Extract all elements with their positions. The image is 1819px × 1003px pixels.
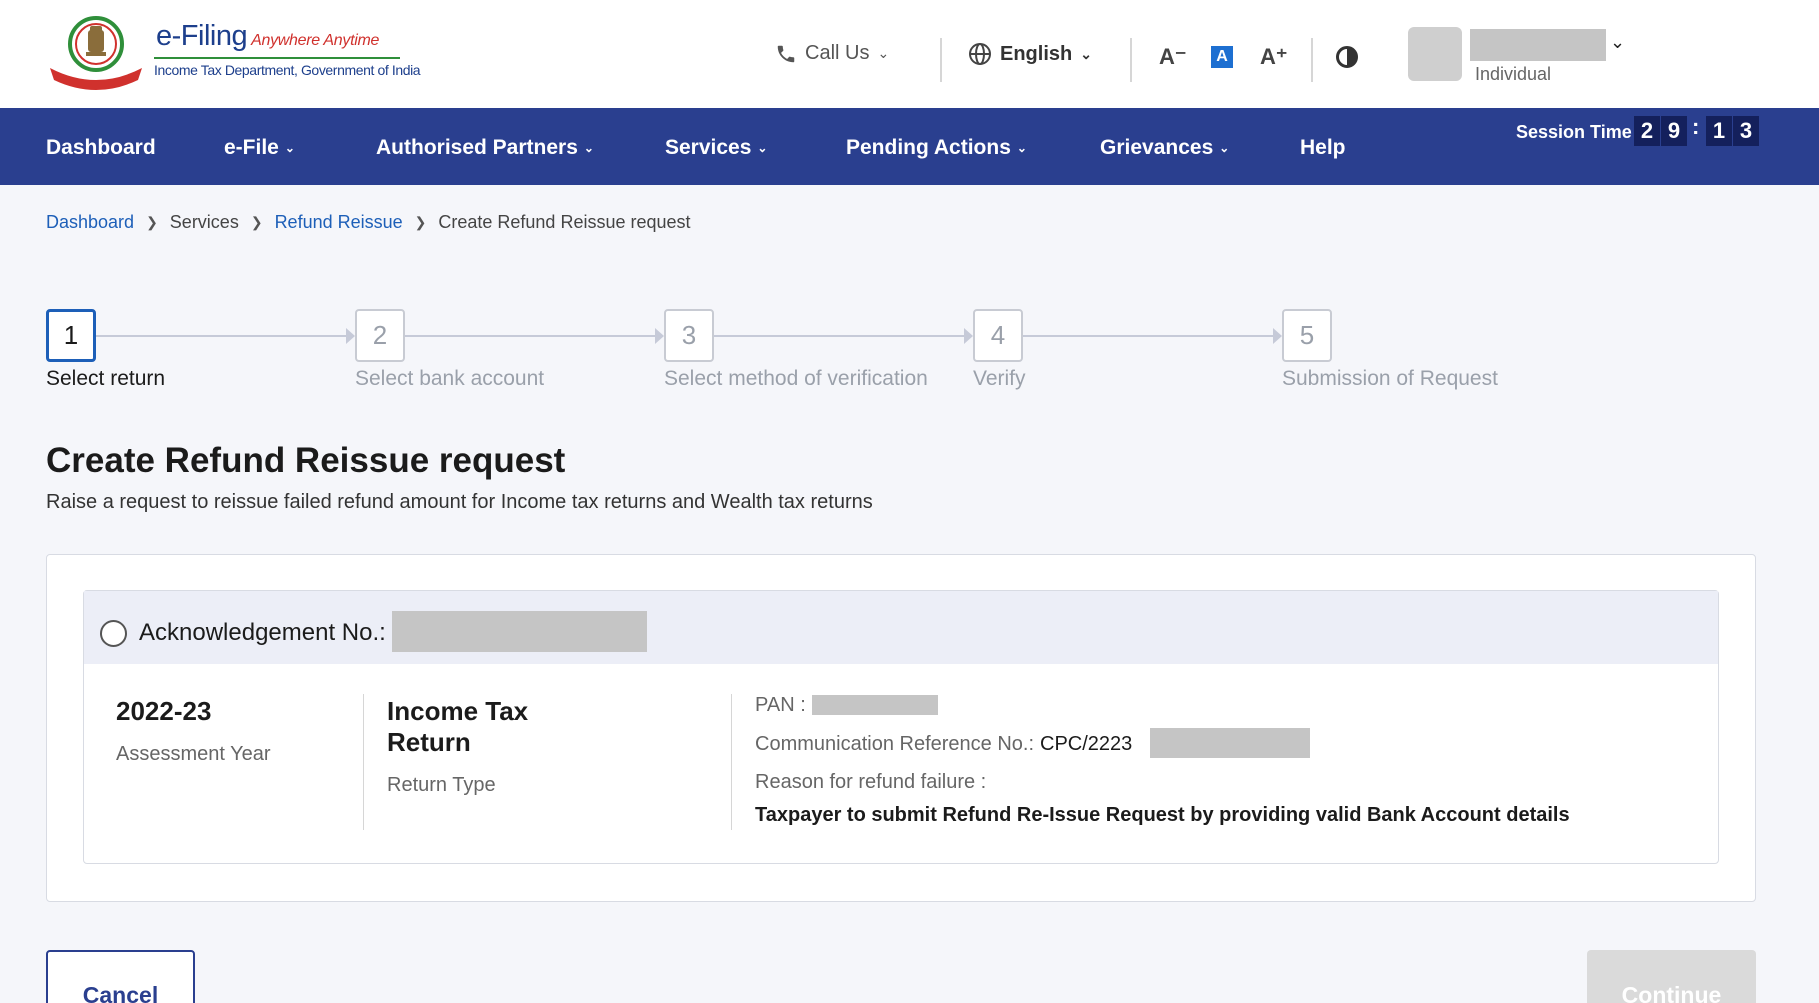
breadcrumb-separator-icon: ❯ [250,214,263,230]
breadcrumb-current: Create Refund Reissue request [438,212,691,232]
step-connector [714,335,964,337]
page-subtitle: Raise a request to reissue failed refund… [46,491,873,513]
nav-pending-actions[interactable]: Pending Actions ⌄ [846,136,1027,160]
reason-label: Reason for refund failure : [755,771,987,793]
chevron-down-icon: ⌄ [1219,141,1230,156]
nav-efile[interactable]: e-File ⌄ [224,136,295,160]
step-arrow-icon [655,328,664,344]
income-tax-emblem-icon [50,16,142,90]
chevron-down-icon: ⌄ [583,141,594,156]
breadcrumb-dashboard[interactable]: Dashboard [46,212,134,233]
font-normal-button[interactable]: A [1211,46,1233,68]
step-2-label: Select bank account [355,367,545,390]
step-3-label: Select method of verification [664,367,928,390]
session-digit: 1 [1706,116,1732,146]
assessment-year-value: 2022-23 [116,696,212,726]
main-navbar: Dashboard e-File ⌄ Authorised Partners ⌄ S… [0,108,1819,185]
brand-tagline: Anywhere Anytime [251,32,380,49]
page-title: Create Refund Reissue request [46,441,566,480]
breadcrumb-separator-icon: ❯ [414,214,427,230]
comm-ref-redacted [1150,728,1310,758]
step-arrow-icon [346,328,355,344]
session-time-label: Session Time [1516,122,1632,142]
step-3-number: 3 [664,309,714,362]
nav-grievances[interactable]: Grievances ⌄ [1100,136,1229,160]
comm-ref-value: CPC/2223 [1040,733,1133,755]
chevron-down-icon: ⌄ [1016,141,1027,156]
column-divider [363,694,364,830]
step-connector [1023,335,1273,337]
step-2-number: 2 [355,309,405,362]
assessment-year-label: Assessment Year [116,743,271,765]
acknowledgement-number-redacted [392,611,647,652]
font-increase-button[interactable]: A⁺ [1260,44,1288,70]
breadcrumb: Dashboard ❯ Services ❯ Refund Reissue ❯ … [46,212,691,233]
column-divider [731,694,732,830]
user-role: Individual [1475,64,1552,84]
acknowledgement-label: Acknowledgement No.: [139,619,386,646]
session-digit: 3 [1733,116,1759,146]
return-type-label: Return Type [387,774,496,796]
step-arrow-icon [964,328,973,344]
header-divider [1130,38,1132,82]
continue-button[interactable]: Continue [1587,950,1756,1003]
session-colon: : [1692,114,1700,139]
breadcrumb-refund-reissue[interactable]: Refund Reissue [275,212,403,233]
avatar[interactable] [1408,27,1462,81]
nav-dashboard[interactable]: Dashboard [46,136,156,160]
contrast-toggle-icon[interactable] [1336,46,1358,68]
chevron-down-icon: ⌄ [1080,45,1092,62]
breadcrumb-services: Services [169,212,239,232]
chevron-down-icon: ⌄ [284,141,295,156]
cancel-button[interactable]: Cancel [46,950,195,1003]
globe-icon [969,43,991,65]
call-us-button[interactable]: Call Us ⌄ [775,42,889,65]
language-label: English [1000,42,1073,65]
breadcrumb-separator-icon: ❯ [146,214,158,230]
step-connector [405,335,655,337]
efiling-logo[interactable]: e-Filing Anywhere Anytime Income Tax Depa… [46,14,421,90]
step-arrow-icon [1273,328,1282,344]
brand-subtitle: Income Tax Department, Government of Ind… [154,62,421,78]
step-connector [96,335,346,337]
pan-label: PAN : [755,694,806,716]
session-digit: 9 [1661,116,1687,146]
nav-services[interactable]: Services ⌄ [665,136,767,160]
call-us-label: Call Us [805,42,870,64]
nav-authorised-partners[interactable]: Authorised Partners ⌄ [376,136,594,160]
brand-underline [154,57,400,59]
step-1-number: 1 [46,309,96,362]
nav-help[interactable]: Help [1300,136,1346,160]
brand-title: e-Filing Anywhere Anytime [156,20,380,52]
chevron-down-icon: ⌄ [757,141,768,156]
step-4-label: Verify [973,367,1026,390]
pan-redacted [812,695,938,715]
select-return-radio[interactable] [100,620,127,647]
session-digit: 2 [1634,116,1660,146]
phone-icon [777,45,795,62]
comm-ref-label: Communication Reference No.: [755,733,1035,755]
font-decrease-button[interactable]: A⁻ [1159,44,1187,70]
top-header: e-Filing Anywhere Anytime Income Tax Depa… [0,0,1819,108]
user-name-redacted [1470,29,1606,61]
comm-ref-row: Communication Reference No.: CPC/2223 [755,733,1132,756]
header-divider [1311,38,1313,82]
step-5-number: 5 [1282,309,1332,362]
chevron-down-icon: ⌄ [877,45,890,61]
header-divider [940,38,942,82]
language-select[interactable]: English ⌄ [968,42,1092,66]
return-type-value: Income Tax Return [387,696,529,757]
step-5-label: Submission of Request [1282,367,1498,390]
step-1-label: Select return [46,367,166,390]
user-menu-chevron-icon[interactable]: ⌄ [1610,32,1625,53]
reason-value: Taxpayer to submit Refund Re-Issue Reque… [755,804,1570,826]
step-4-number: 4 [973,309,1023,362]
